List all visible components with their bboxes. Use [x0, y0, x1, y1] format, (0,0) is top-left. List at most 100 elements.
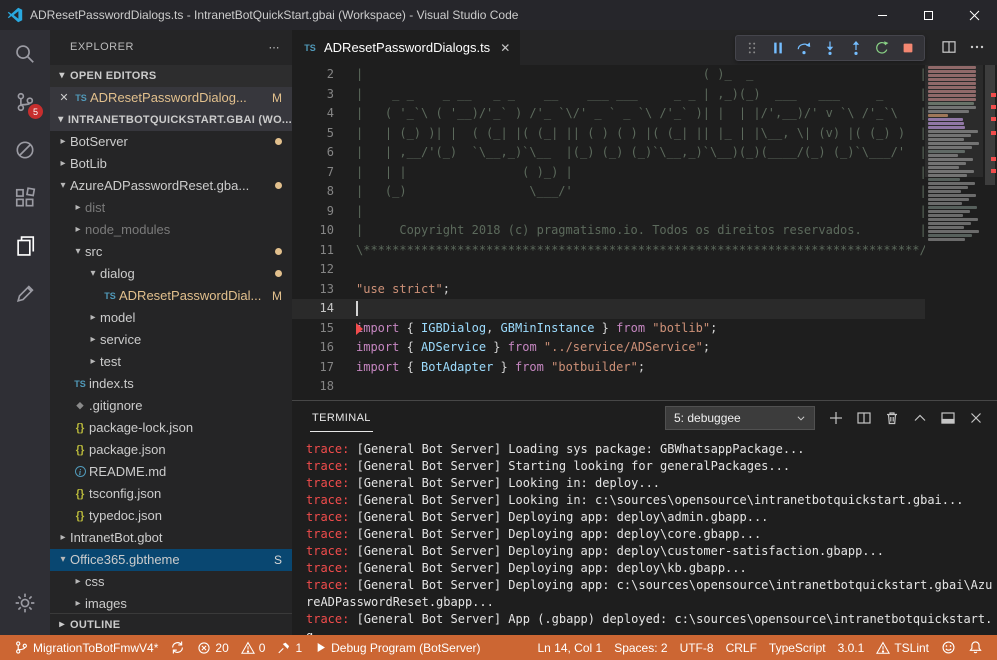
code-line[interactable]: 12 [292, 260, 925, 280]
tree-item[interactable]: ▸node_modules [50, 219, 292, 241]
line-number[interactable]: 6 [292, 143, 334, 163]
add-button[interactable] [825, 407, 847, 429]
minimap[interactable] [925, 65, 983, 400]
step-out-button[interactable] [844, 36, 868, 60]
feedback[interactable] [935, 635, 962, 660]
tree-item[interactable]: ▾dialog [50, 263, 292, 285]
tree-item[interactable]: ▸model [50, 307, 292, 329]
trash-button[interactable] [881, 407, 903, 429]
line-number[interactable]: 7 [292, 163, 334, 183]
tree-item[interactable]: {}typedoc.json [50, 505, 292, 527]
terminal-tab[interactable]: TERMINAL [310, 404, 373, 432]
eol-sequence[interactable]: CRLF [720, 635, 763, 660]
scrollbar-slider[interactable] [985, 65, 995, 185]
line-number[interactable]: 8 [292, 182, 334, 202]
tree-item[interactable]: ▾Office365.gbthemeS [50, 549, 292, 571]
activity-item-search[interactable] [0, 30, 50, 78]
tab-adresetpassworddialogs[interactable]: TS ADResetPasswordDialogs.ts ✕ [292, 30, 521, 65]
tree-item[interactable]: TSindex.ts [50, 373, 292, 395]
tree-item[interactable]: ▸images [50, 593, 292, 613]
tree-item[interactable]: ▸BotLib [50, 153, 292, 175]
indentation[interactable]: Spaces: 2 [608, 635, 673, 660]
warnings-count[interactable]: 0 [235, 635, 272, 660]
tree-item[interactable]: ▸service [50, 329, 292, 351]
tree-item[interactable]: ▸IntranetBot.gbot [50, 527, 292, 549]
tree-item[interactable]: iREADME.md [50, 461, 292, 483]
line-number[interactable]: 15 [292, 319, 334, 339]
minimap-slider[interactable] [925, 65, 983, 177]
activity-item-source-control[interactable]: 5 [0, 78, 50, 126]
line-number[interactable]: 3 [292, 85, 334, 105]
code-editor[interactable]: 2| ( )_ _ |3| _ _ _ __ _ _ __ ___ ___ _ … [292, 65, 997, 400]
language-mode[interactable]: TypeScript [763, 635, 832, 660]
panel-button[interactable] [937, 407, 959, 429]
tree-item[interactable]: TSADResetPasswordDial...M [50, 285, 292, 307]
activity-item-files[interactable] [0, 222, 50, 270]
tab-close-icon[interactable]: ✕ [500, 41, 510, 55]
terminal-output[interactable]: trace: [General Bot Server] Loading sys … [292, 435, 997, 635]
activity-item-debug[interactable] [0, 126, 50, 174]
split-editor-button[interactable] [937, 35, 961, 59]
code-line[interactable]: 17import { BotAdapter } from "botbuilder… [292, 358, 925, 378]
code-line[interactable]: 2| ( )_ _ | [292, 65, 925, 85]
cursor-position[interactable]: Ln 14, Col 1 [531, 635, 608, 660]
code-line[interactable]: 9| | [292, 202, 925, 222]
typescript-version[interactable]: 3.0.1 [832, 635, 871, 660]
git-branch-status[interactable]: MigrationToBotFmwV4* [8, 635, 164, 660]
line-number[interactable]: 17 [292, 358, 334, 378]
line-number[interactable]: 11 [292, 241, 334, 261]
line-number[interactable]: 13 [292, 280, 334, 300]
tree-item[interactable]: ▾src [50, 241, 292, 263]
outline-header[interactable]: ▸ OUTLINE [50, 613, 292, 635]
step-over-button[interactable] [792, 36, 816, 60]
code-line[interactable]: 8| (_) \___/' | [292, 182, 925, 202]
tree-item[interactable]: {}tsconfig.json [50, 483, 292, 505]
activity-item-gear[interactable] [0, 579, 50, 627]
code-line[interactable]: 13"use strict"; [292, 280, 925, 300]
debug-program-status[interactable]: Debug Program (BotServer) [308, 635, 486, 660]
code-line[interactable]: 6| | ,__/'(_) `\__,_)`\__ |(_) (_) (_)`\… [292, 143, 925, 163]
pause-button[interactable] [766, 36, 790, 60]
code-line[interactable]: 16import { ADService } from "../service/… [292, 338, 925, 358]
code-line[interactable]: 11\*************************************… [292, 241, 925, 261]
code-line[interactable]: 18 [292, 377, 925, 397]
tree-item[interactable]: ▸BotServer [50, 131, 292, 153]
close-button[interactable] [965, 407, 987, 429]
tslint-status[interactable]: TSLint [870, 635, 935, 660]
line-number[interactable]: 10 [292, 221, 334, 241]
code-line[interactable]: 5| | (_) )| | ( (_| |( (_| || ( ) ( ) |(… [292, 124, 925, 144]
code-line[interactable]: 4| ( '_`\ ( '__)/'_` ) /'_ `\/' _ ` _ `\… [292, 104, 925, 124]
tree-item[interactable]: ▸css [50, 571, 292, 593]
tree-item[interactable]: ▸test [50, 351, 292, 373]
code-line[interactable]: 14 [292, 299, 925, 319]
line-number[interactable]: 4 [292, 104, 334, 124]
code-line[interactable]: 15import { IGBDialog, GBMinInstance } fr… [292, 319, 925, 339]
notifications[interactable] [962, 635, 989, 660]
tree-item[interactable]: {}package-lock.json [50, 417, 292, 439]
line-number[interactable]: 18 [292, 377, 334, 397]
tasks-count[interactable]: 1 [271, 635, 308, 660]
line-number[interactable]: 16 [292, 338, 334, 358]
activity-item-edit[interactable] [0, 270, 50, 318]
tree-item[interactable]: ▸dist [50, 197, 292, 219]
tree-item[interactable]: ◆.gitignore [50, 395, 292, 417]
tree-item[interactable]: {}package.json [50, 439, 292, 461]
chevron-up-button[interactable] [909, 407, 931, 429]
stop-button[interactable] [896, 36, 920, 60]
split-button[interactable] [853, 407, 875, 429]
restart-button[interactable] [870, 36, 894, 60]
sync-status[interactable] [164, 635, 191, 660]
code-line[interactable]: 3| _ _ _ __ _ _ __ ___ ___ _ _ | ,_)(_) … [292, 85, 925, 105]
line-number[interactable]: 12 [292, 260, 334, 280]
line-number[interactable]: 14 [292, 299, 334, 319]
more-actions-icon[interactable]: ⋯ [269, 41, 281, 54]
code-line[interactable]: 10| Copyright 2018 (c) pragmatismo.io. T… [292, 221, 925, 241]
open-editors-header[interactable]: ▾ OPEN EDITORS [50, 65, 292, 87]
code-area[interactable]: 2| ( )_ _ |3| _ _ _ __ _ _ __ ___ ___ _ … [292, 65, 925, 400]
open-editor-item[interactable]: ✕TSADResetPasswordDialog...M [50, 87, 292, 109]
tree-item[interactable]: ▾AzureADPasswordReset.gba... [50, 175, 292, 197]
editor-scrollbar[interactable] [983, 65, 997, 400]
minimize-button[interactable] [859, 0, 905, 30]
line-number[interactable]: 9 [292, 202, 334, 222]
line-number[interactable]: 2 [292, 65, 334, 85]
